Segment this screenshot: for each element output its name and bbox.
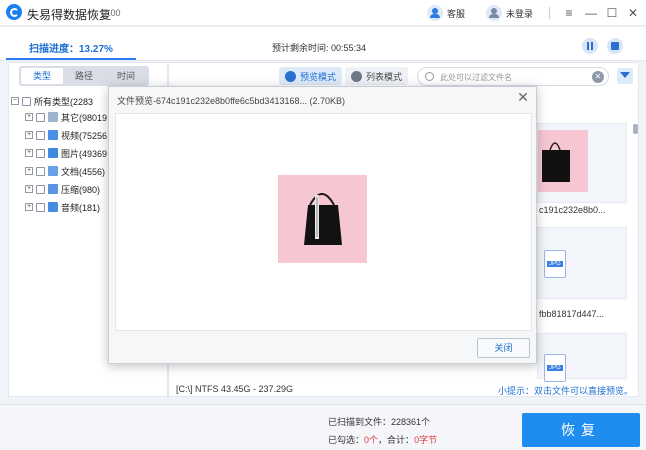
- image-icon: [48, 148, 58, 158]
- thumbnail-card[interactable]: JPG: [537, 333, 627, 382]
- app-logo-icon: [6, 4, 22, 20]
- tree-item-archive[interactable]: + 压缩(980): [25, 181, 100, 197]
- expand-icon[interactable]: +: [25, 203, 33, 211]
- user-icon: [486, 5, 502, 21]
- expand-icon[interactable]: +: [25, 131, 33, 139]
- scan-progress-underline: [6, 58, 136, 60]
- preview-mode-label: 预览模式: [300, 71, 337, 82]
- clear-icon[interactable]: ✕: [592, 71, 604, 83]
- tree-item-document[interactable]: + 文档(4556): [25, 163, 105, 179]
- list-mode-label: 列表模式: [366, 71, 403, 82]
- maximize-icon[interactable]: ☐: [603, 4, 621, 22]
- file-preview-dialog: 文件预览-674c191c232e8b0ffe6c5bd3413168... (…: [108, 86, 537, 364]
- tree-checkbox[interactable]: [36, 202, 45, 212]
- expand-icon[interactable]: +: [25, 149, 33, 157]
- jpg-file-icon: JPG: [544, 354, 566, 382]
- drive-info: [C:\] NTFS 43.45G - 237.29G: [176, 384, 294, 394]
- selected-summary: 已勾选：0个，合计：0字节: [328, 435, 438, 445]
- filter-tabs: 类型 路径 时间: [19, 66, 149, 86]
- menu-icon[interactable]: ≡: [560, 4, 578, 22]
- scrollbar-thumb[interactable]: [633, 124, 638, 134]
- tree-label: 所有类型(2283: [34, 96, 94, 107]
- tree-item-video[interactable]: + 视频(75256: [25, 127, 107, 143]
- list-icon: [351, 70, 362, 82]
- tab-path[interactable]: 路径: [63, 68, 105, 84]
- support-label: 客服: [447, 8, 466, 19]
- search-input[interactable]: [440, 70, 580, 84]
- thumbnail-label: c191c232e8b0...: [539, 205, 606, 215]
- thumbnail-label: fbb81817d447...: [539, 309, 605, 319]
- pause-icon[interactable]: [582, 38, 598, 54]
- scanned-count: 已扫描到文件：228361个: [328, 417, 431, 427]
- headset-icon: [427, 5, 443, 21]
- expand-icon[interactable]: +: [25, 167, 33, 175]
- jpg-file-icon: JPG: [544, 250, 566, 278]
- support-button[interactable]: 客服: [427, 4, 465, 22]
- preview-canvas: [115, 113, 532, 331]
- tree-checkbox[interactable]: [36, 184, 45, 194]
- thumbnail-card[interactable]: [537, 123, 627, 203]
- close-window-icon[interactable]: ✕: [624, 4, 642, 22]
- audio-icon: [48, 202, 58, 212]
- tree-label: 图片(49369: [61, 148, 108, 159]
- scan-progress-bar: 扫描进度：13.27% 预计剩余时间: 00:55:34: [0, 27, 646, 61]
- tree-label: 其它(98019: [61, 112, 108, 123]
- tree-label: 音频(181): [61, 202, 101, 213]
- login-button[interactable]: 未登录: [486, 4, 533, 22]
- tab-time[interactable]: 时间: [105, 68, 147, 84]
- tree-item-other[interactable]: + 其它(98019: [25, 109, 107, 125]
- tree-item-audio[interactable]: + 音频(181): [25, 199, 100, 215]
- thumbnail-card[interactable]: JPG: [537, 227, 627, 299]
- expand-icon[interactable]: +: [25, 185, 33, 193]
- other-file-icon: [48, 112, 58, 122]
- search-icon: [425, 72, 434, 81]
- tree-checkbox[interactable]: [36, 112, 45, 122]
- stop-icon[interactable]: [607, 38, 623, 54]
- grid-icon: [285, 70, 296, 82]
- tree-label: 压缩(980): [61, 184, 101, 195]
- tree-checkbox[interactable]: [22, 96, 31, 106]
- recover-button[interactable]: 恢复: [522, 413, 640, 447]
- title-divider: [549, 7, 550, 19]
- filter-icon[interactable]: [617, 68, 633, 84]
- app-title: 失易得数据恢复: [27, 8, 112, 22]
- close-dialog-button[interactable]: 关闭: [477, 338, 530, 358]
- tree-checkbox[interactable]: [36, 130, 45, 140]
- video-icon: [48, 130, 58, 140]
- tree-label: 视频(75256: [61, 130, 108, 141]
- list-mode-tab[interactable]: 列表模式: [345, 67, 409, 85]
- tree-checkbox[interactable]: [36, 148, 45, 158]
- minimize-icon[interactable]: —: [582, 4, 600, 22]
- remaining-time: 预计剩余时间: 00:55:34: [272, 43, 367, 53]
- search-box: ✕: [417, 67, 609, 86]
- tree-label: 文档(4556): [61, 166, 106, 177]
- bag-thumbnail: [538, 130, 588, 192]
- tab-type[interactable]: 类型: [21, 68, 63, 84]
- tree-checkbox[interactable]: [36, 166, 45, 176]
- document-icon: [48, 166, 58, 176]
- expand-icon[interactable]: +: [25, 113, 33, 121]
- bottom-bar: 已扫描到文件：228361个 已勾选：0个，合计：0字节 恢复: [0, 404, 646, 450]
- preview-mode-tab[interactable]: 预览模式: [279, 67, 343, 85]
- close-icon[interactable]: ✕: [516, 90, 530, 104]
- login-label: 未登录: [506, 8, 534, 19]
- tip-text: 小提示：双击文件可以直接预览。: [498, 386, 634, 396]
- tree-item-image[interactable]: + 图片(49369: [25, 145, 107, 161]
- preview-image: [278, 175, 367, 263]
- collapse-icon[interactable]: −: [11, 97, 19, 105]
- archive-icon: [48, 184, 58, 194]
- scan-progress-label: 扫描进度：13.27%: [29, 44, 113, 55]
- title-bar: 失易得数据恢复 7.00 客服 未登录 ≡ — ☐ ✕: [0, 0, 646, 26]
- dialog-title: 文件预览-674c191c232e8b0ffe6c5bd3413168... (…: [117, 96, 345, 106]
- app-version: 7.00: [103, 8, 121, 18]
- tree-root[interactable]: − 所有类型(2283: [11, 93, 93, 109]
